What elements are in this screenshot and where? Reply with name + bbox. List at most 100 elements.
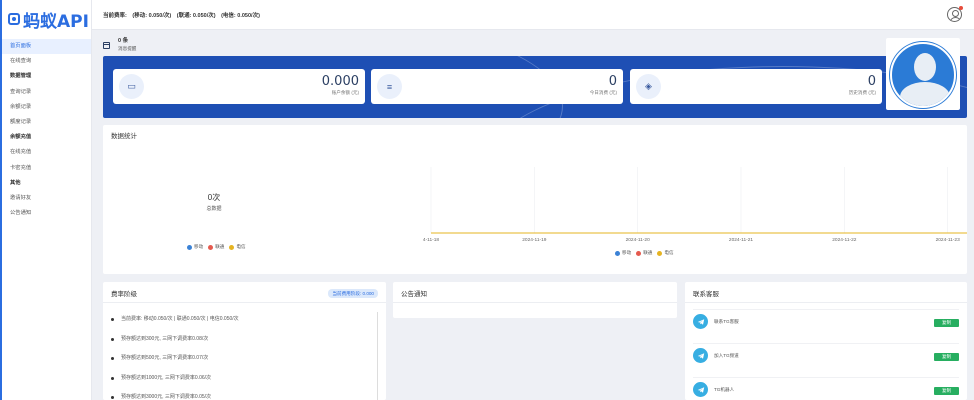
layers-icon: ◈ [636,74,661,99]
balance-card: ▭ 0.000 账户余额 (元) [113,69,365,104]
sidebar-item: 其他 [10,179,21,186]
brand-name: 蚂蚁API [23,11,89,32]
sidebar-item[interactable]: 查询记录 [2,85,91,100]
avatar-body [900,82,950,106]
contact-row: TG机器人 复制 [693,377,959,400]
sidebar-item[interactable]: 公告通知 [2,206,91,221]
history-spend-value: 0 [867,74,876,89]
logo[interactable]: 蚂蚁API [2,0,91,38]
x-tick-label: 2024-11-23 [936,237,961,243]
today-spend-value: 0 [608,74,617,89]
tier-list: 当前费率: 移动0.050/次 | 联通0.050/次 | 电信0.050/次预… [111,310,239,400]
logo-icon [8,13,20,25]
sidebar-item: 数据管理 [10,73,32,80]
sidebar-item[interactable]: 额度记录 [2,115,91,130]
bullet-icon [111,357,114,361]
sidebar-nav: 首页面板 在线查询数据管理查询记录 余额记录 额度记录余额充值在线充值 卡密充值其他邀请… [2,38,91,221]
sidebar-item[interactable]: 余额记录 [2,100,91,115]
legend-swatch [636,250,642,256]
message-count: 0 条 [118,38,129,44]
message-reminder[interactable]: 0 条 消息提醒 [103,35,136,55]
legend-item[interactable]: 电信 [657,250,674,256]
x-tick-label: 2024-11-20 [626,237,651,243]
bullet-icon [111,376,114,380]
legend-swatch [615,250,620,256]
telegram-icon [693,348,708,363]
line-chart: 4-11-18 2024-11-19 2024-11-20 2024-11-21 202… [423,167,967,243]
divider [685,302,967,303]
rate-summary: 当前费率: (移动: 0.050/次) (联通: 0.050/次) (电信: 0… [103,11,264,19]
announcement-panel: 公告通知 [393,282,677,318]
contact-name: 联系TG客服 [714,319,739,324]
rate-title: 当前费率: [103,12,127,19]
copy-button[interactable]: 复制 [934,353,959,361]
tier-text: 预存额达到300元, 三网下调费率0.08/次 [121,335,209,342]
divider [103,302,386,303]
sidebar-item[interactable]: 邀请好友 [2,191,91,206]
legend-label: 移动 [622,250,632,255]
bullet-icon [111,318,114,322]
tier-item: 预存额达到3000元, 三网下调费率0.05/次 [111,388,239,400]
summary-banner: ▭ 0.000 账户余额 (元) ≡ 0 今日消费 (元) ◈ 0 历史消费 (… [103,56,967,118]
telegram-icon [693,314,708,329]
tier-text: 预存额达到500元, 三网下调费率0.07/次 [121,355,209,361]
calendar-icon [103,41,110,49]
telegram-icon [693,382,708,397]
bullet-icon [111,396,114,400]
tier-title: 费率阶级 [111,291,137,298]
copy-button[interactable]: 复制 [934,319,959,327]
legend-item[interactable]: 移动 [615,250,631,256]
tier-badge: 当前费用阶段: 0.000 [328,289,378,298]
sidebar-item: 余额充值 [10,134,32,141]
tier-text: 当前费率: 移动0.050/次 | 联通0.050/次 | 电信0.050/次 [121,316,239,322]
today-spend-card: ≡ 0 今日消费 (元) [371,69,623,104]
list-icon: ≡ [377,74,402,99]
copy-button[interactable]: 复制 [934,387,959,395]
tier-text: 预存额达到3000元, 三网下调费率0.05/次 [121,394,212,400]
tier-item: 预存额达到300元, 三网下调费率0.08/次 [111,330,239,350]
legend-label: 电信 [664,250,674,255]
sidebar-item[interactable]: 首页面板 [2,39,91,55]
contact-title: 联系客服 [693,291,719,298]
rate-mobile: (移动: 0.050/次) [132,12,172,19]
history-spend-label: 历史消费 (元) [848,90,876,95]
contact-name: 加入TG频道 [714,353,739,358]
notification-dot [959,6,963,10]
line-legend: 移动 联通 电信 [615,250,674,256]
contact-row: 加入TG频道 复制 [693,343,959,369]
sidebar-item[interactable]: 卡密充值 [2,161,91,176]
sidebar-item[interactable]: 在线查询 [2,54,91,69]
tier-panel: 费率阶级 当前费用阶段: 0.000 当前费率: 移动0.050/次 | 联通0… [103,282,386,400]
today-spend-label: 今日消费 (元) [589,90,617,95]
sidebar-item[interactable]: 在线充值 [2,145,91,160]
message-label: 消息提醒 [118,46,137,51]
tier-item: 预存额达到500元, 三网下调费率0.07/次 [111,349,239,369]
divider [393,302,677,303]
balance-label: 账户余额 (元) [331,90,359,95]
scrollbar[interactable] [377,312,378,400]
x-tick-label: 2024-11-21 [729,237,754,243]
history-spend-card: ◈ 0 历史消费 (元) [630,69,882,104]
balance-value: 0.000 [321,74,359,89]
avatar[interactable] [890,42,956,108]
bullet-icon [111,337,114,341]
contact-name: TG机器人 [714,387,735,392]
x-tick-label: 4-11-18 [423,237,440,243]
sidebar: 蚂蚁API 首页面板 在线查询数据管理查询记录 余额记录 额度记录余额充值在线充值 卡密… [2,0,92,400]
avatar-head [914,53,936,81]
stats-panel: 数据统计 0次 总数据 移动 联通 电信 4-11-18 2024-11-19 2024… [103,125,967,274]
tier-item: 预存额达到1000元, 三网下调费率0.06/次 [111,369,239,389]
legend-label: 联通 [643,250,653,255]
announcement-title: 公告通知 [401,291,427,298]
card-icon: ▭ [119,74,144,99]
legend-item[interactable]: 联通 [636,250,652,256]
contact-row: 联系TG客服 复制 [693,309,959,335]
tier-item: 当前费率: 移动0.050/次 | 联通0.050/次 | 电信0.050/次 [111,310,239,330]
rate-unicom: (联通: 0.050/次) [176,12,216,19]
rate-telecom: (电信: 0.050/次) [221,12,260,19]
tier-text: 预存额达到1000元, 三网下调费率0.06/次 [121,374,212,381]
contact-panel: 联系客服 联系TG客服 复制 加入TG频道 复制 TG机器人 复制 [685,282,967,400]
x-tick-label: 2024-11-22 [832,237,857,243]
x-tick-label: 2024-11-19 [522,237,547,243]
top-bar: 当前费率: (移动: 0.050/次) (联通: 0.050/次) (电信: 0… [92,0,974,30]
